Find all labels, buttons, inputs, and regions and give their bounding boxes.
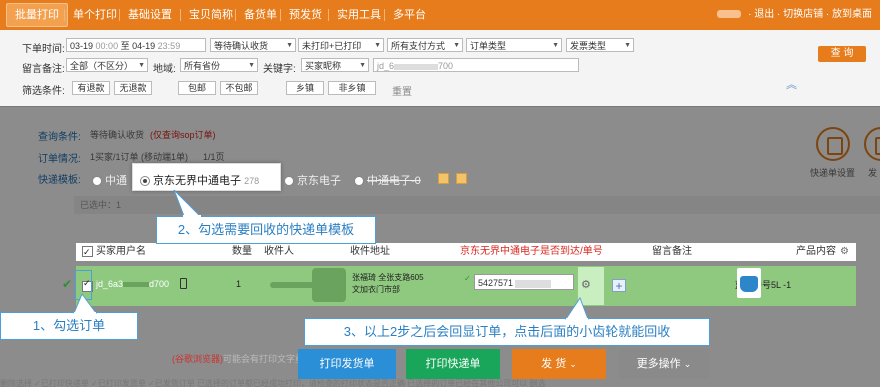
tab-pre-ship[interactable]: 预发货 <box>281 4 330 26</box>
chevron-down-icon: ⌄ <box>569 359 577 369</box>
order-time-range[interactable]: 03-19 00:00 至 04-19 23:59 <box>66 38 206 52</box>
table-header: 买家用户名 数量 收件人 收件地址 京东无界中通电子是否到达/单号 留言备注 产… <box>76 243 856 261</box>
region-label: 地域: <box>153 64 176 75</box>
tab-tools[interactable]: 实用工具 <box>329 4 389 26</box>
product-thumbnail <box>737 268 761 298</box>
callout-step1-tail <box>73 292 97 314</box>
filter-panel: 下单时间: 03-19 00:00 至 04-19 23:59 等待确认收货 ▼ … <box>0 30 880 107</box>
arrived-check-icon: ✓ <box>464 274 471 283</box>
waybill-input[interactable]: 5427571 <box>474 274 574 290</box>
no-free-shipping-button[interactable]: 不包邮 <box>220 81 258 95</box>
callout-step1: 1、勾选订单 <box>0 312 138 340</box>
col-recipient: 收件人 <box>264 246 294 257</box>
select-all-checkbox[interactable] <box>82 243 93 261</box>
template-add-icon[interactable] <box>456 173 467 184</box>
radio-icon <box>284 176 294 187</box>
mobile-icon <box>180 278 187 289</box>
no-refund-button[interactable]: 无退款 <box>114 81 152 95</box>
radio-icon <box>354 176 364 187</box>
free-shipping-button[interactable]: 包邮 <box>178 81 216 95</box>
top-right-links: · 退出 · 切换店铺 · 放到桌面 <box>717 0 872 30</box>
chevron-up-icon[interactable]: ︽ <box>786 76 797 92</box>
callout-step3-tail <box>565 296 589 320</box>
chevron-down-icon: ▼ <box>359 62 366 69</box>
callout-step2-tail <box>173 189 202 218</box>
tab-single-print[interactable]: 单个打印 <box>65 4 125 26</box>
template-option-jd-e[interactable]: 京东电子 <box>284 172 341 188</box>
more-actions-button[interactable]: 更多操作 ⌄ <box>618 349 710 379</box>
print-invoice-button[interactable]: 打印发货单 <box>298 349 396 379</box>
callout-step3: 3、以上2步之后会回显订单，点击后面的小齿轮就能回收 <box>304 318 710 346</box>
tab-batch-print[interactable]: 批量打印 <box>6 3 68 27</box>
template-edit-icon[interactable] <box>438 173 449 184</box>
pay-method-select[interactable]: 所有支付方式 ▼ <box>387 38 463 52</box>
browser-note: (谷歌浏览器)可能会有打印文字重叠 <box>172 354 314 364</box>
logout-link[interactable]: · 退出 <box>748 9 774 20</box>
reset-link[interactable]: 重置 <box>392 83 412 98</box>
radio-selected-icon <box>140 176 150 187</box>
ship-button[interactable]: 发 货 ⌄ <box>512 349 606 379</box>
chevron-down-icon: ▼ <box>374 42 381 49</box>
col-buyer: 买家用户名 <box>96 246 146 257</box>
tab-stock-list[interactable]: 备货单 <box>236 4 285 26</box>
print-status-select[interactable]: 未打印+已打印 ▼ <box>298 38 384 52</box>
town-button[interactable]: 乡镇 <box>286 81 324 95</box>
col-product: 产品内容 <box>796 246 836 257</box>
print-waybill-button[interactable]: 打印快递单 <box>406 349 500 379</box>
chevron-down-icon: ▼ <box>286 42 293 49</box>
invoice-type-select[interactable]: 发票类型 ▼ <box>566 38 634 52</box>
has-refund-button[interactable]: 有退款 <box>72 81 110 95</box>
order-type-select[interactable]: 订单类型 ▼ <box>466 38 562 52</box>
recycle-gear-icon[interactable]: ⚙ <box>581 278 591 291</box>
filter-cond-label: 筛选条件: <box>22 86 65 97</box>
address-line2: 文加衣门市部 <box>352 285 400 294</box>
chevron-down-icon: ▼ <box>248 62 255 69</box>
tab-multi-platform[interactable]: 多平台 <box>385 4 434 26</box>
col-quantity: 数量 <box>232 246 252 257</box>
status-strip: 删除选择 ✓已打印快递单 ✓已打印发货单 ✓已发货订单 已选择的订单都已经成功打… <box>0 379 546 387</box>
add-waybill-button[interactable]: + <box>612 279 626 292</box>
row-ok-icon: ✔ <box>62 277 73 291</box>
status-select[interactable]: 等待确认收货 ▼ <box>210 38 296 52</box>
callout-step2: 2、勾选需要回收的快递单模板 <box>156 216 376 244</box>
template-option-zto[interactable]: 中通 <box>92 172 127 188</box>
tab-item-alias[interactable]: 宝贝简称 <box>181 4 241 26</box>
radio-icon <box>92 176 102 187</box>
keyword-input[interactable]: jd_6 700 <box>373 58 579 72</box>
chevron-down-icon: ⌄ <box>683 359 692 369</box>
keyword-label: 关键字: <box>263 64 296 75</box>
col-remark: 留言备注 <box>652 246 692 257</box>
remark-select[interactable]: 全部（不区分） ▼ <box>66 58 148 72</box>
remark-label: 留言备注: <box>22 64 65 75</box>
top-nav: 批量打印 单个打印 基础设置 宝贝简称 备货单 预发货 实用工具 多平台 · 退… <box>0 0 880 30</box>
keyword-type-select[interactable]: 买家昵称 ▼ <box>301 58 369 72</box>
recipient-photo-blurred <box>312 268 346 302</box>
search-button[interactable]: 查 询 <box>818 46 866 62</box>
quantity-value: 1 <box>236 279 242 289</box>
order-time-label: 下单时间: <box>22 44 65 55</box>
non-town-button[interactable]: 非乡镇 <box>328 81 376 95</box>
region-select[interactable]: 所有省份 ▼ <box>180 58 258 72</box>
col-waybill: 京东无界中通电子是否到达/单号 <box>460 246 603 257</box>
address-line1: 张福琦 全张支路605 <box>352 273 424 282</box>
template-option-zto-e[interactable]: 中通电子-0 <box>354 172 421 188</box>
chevron-down-icon: ▼ <box>453 42 460 49</box>
chevron-down-icon: ▼ <box>552 42 559 49</box>
tab-basic-settings[interactable]: 基础设置 <box>120 4 180 26</box>
chevron-down-icon: ▼ <box>138 62 145 69</box>
gear-icon[interactable]: ⚙ <box>840 243 849 261</box>
switch-shop-link[interactable]: · 切换店铺 <box>777 9 823 20</box>
chevron-down-icon: ▼ <box>624 42 631 49</box>
buyer-name: jd_6a3 d700 <box>96 279 170 289</box>
col-address: 收件地址 <box>350 246 390 257</box>
save-desktop-link[interactable]: · 放到桌面 <box>826 9 872 20</box>
shop-name-blurred <box>717 10 742 19</box>
